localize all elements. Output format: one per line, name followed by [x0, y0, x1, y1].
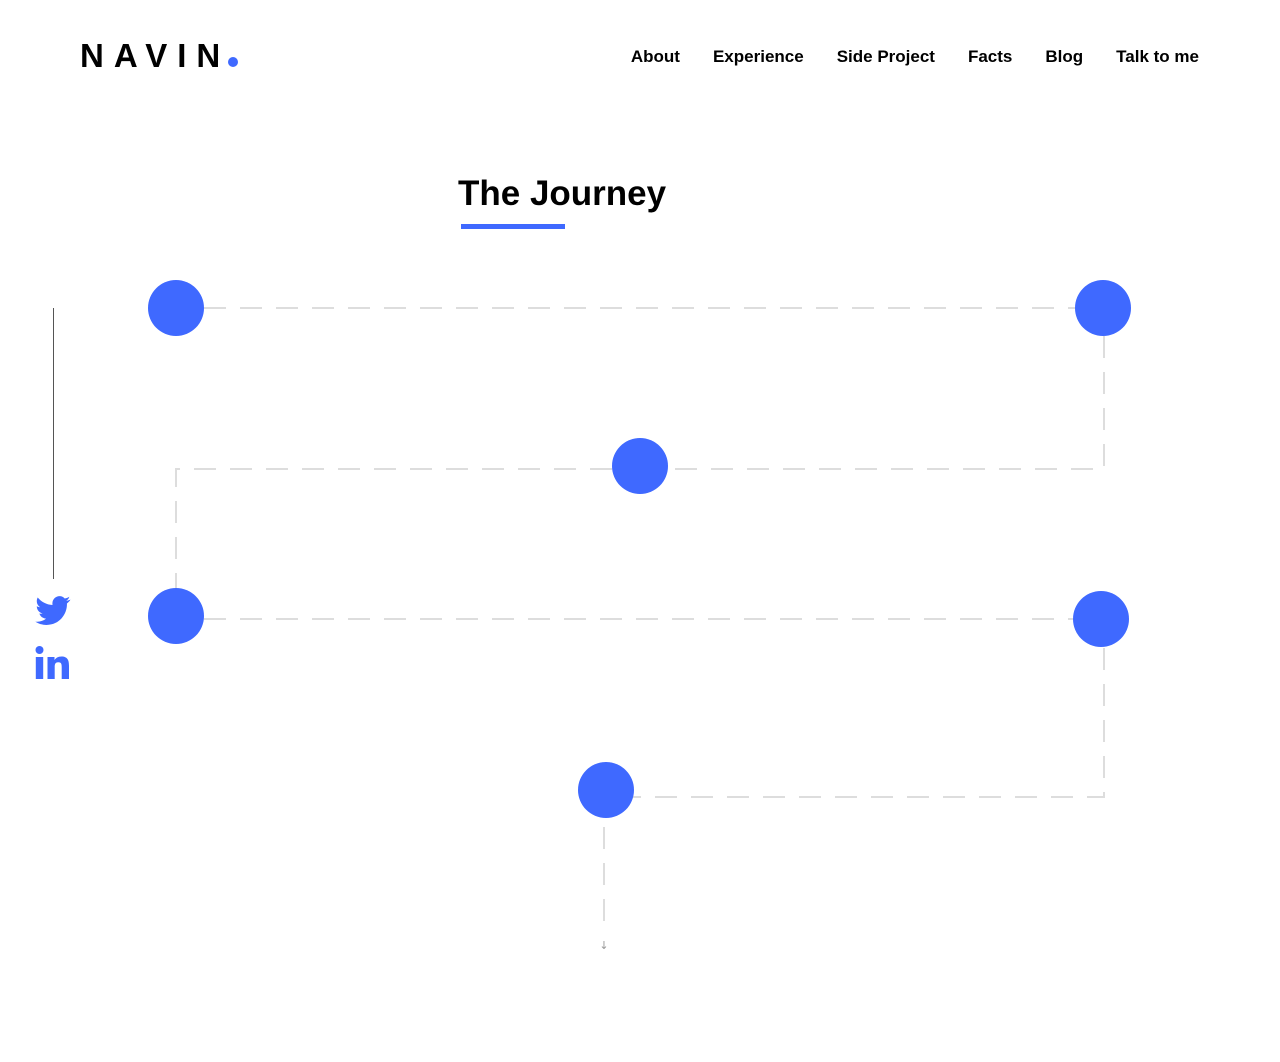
journey-node-4[interactable]: [148, 588, 204, 644]
path-end-arrow: ↓: [599, 939, 608, 952]
page: NAVIN About Experience Side Project Fact…: [0, 0, 1280, 1062]
path-segment-5: [633, 648, 1105, 798]
path-segment-2: [668, 336, 1105, 470]
path-segment-3: [175, 468, 612, 589]
journey-node-5[interactable]: [1073, 591, 1129, 647]
journey-node-3[interactable]: [612, 438, 668, 494]
journey-node-2[interactable]: [1075, 280, 1131, 336]
journey-node-1[interactable]: [148, 280, 204, 336]
journey-path: ↓: [175, 307, 1105, 952]
journey-node-6[interactable]: [578, 762, 634, 818]
